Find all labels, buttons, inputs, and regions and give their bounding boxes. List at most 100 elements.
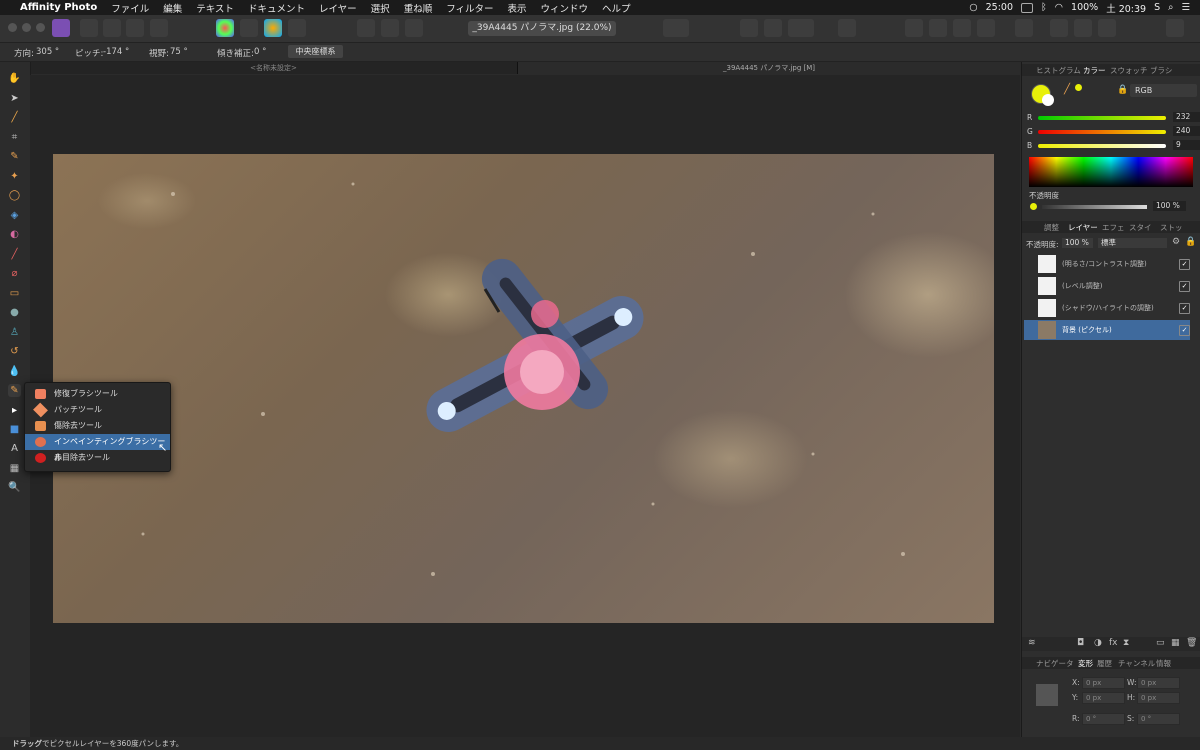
menu-edit[interactable]: 編集 [163,1,182,15]
tone-mapping-persona-icon[interactable] [126,19,144,37]
boolean-subtract-icon[interactable] [1074,19,1092,37]
white-balance-icon[interactable] [288,19,306,37]
color-opacity-value[interactable]: 100 % [1153,201,1186,211]
layer-row[interactable]: (シャドウ/ハイライトの調整) ✓ [1024,298,1190,318]
w-input[interactable]: 0 px [1137,677,1180,689]
menu-list-icon[interactable]: ☰ [1181,2,1190,13]
rectangle-tool-icon[interactable]: ■ [8,423,21,436]
marquee-tool-icon[interactable]: ◯ [8,189,21,202]
color-opacity-slider[interactable] [1042,205,1147,209]
share-icon[interactable] [150,19,168,37]
bluetooth-icon[interactable]: ᛒ [1041,2,1047,13]
tab-swatches[interactable]: スウォッチ [1110,65,1148,76]
flyout-item-patch[interactable]: パッチツール [25,402,170,418]
crop-tool-icon[interactable]: ⌗ [8,131,21,144]
center-coordinates-button[interactable]: 中央座標系 [288,45,343,58]
document-image[interactable] [53,154,994,623]
layer-visibility-checkbox[interactable]: ✓ [1179,325,1190,336]
photo-persona-icon[interactable] [52,19,70,37]
paint-brush-tool-icon[interactable]: ╱ [8,248,21,261]
direction-value[interactable]: 305 ° [36,47,59,57]
invert-selection-icon[interactable] [405,19,423,37]
menu-select[interactable]: 選択 [371,1,390,15]
blue-value[interactable]: 9 [1173,140,1200,150]
duplicate-icon[interactable]: ▦ [1171,638,1180,648]
assistant-icon[interactable] [838,19,856,37]
wifi-icon[interactable]: ◠ [1055,2,1063,13]
tab-layers[interactable]: レイヤー [1068,222,1098,233]
green-value[interactable]: 240 [1173,126,1200,136]
account-icon[interactable] [1166,19,1184,37]
layer-row[interactable]: (明るさ/コントラスト調整) ✓ [1024,254,1190,274]
magnet-icon[interactable] [788,19,814,37]
rotation-input[interactable]: 0 ° [1082,713,1125,725]
fx-icon[interactable]: fx [1109,638,1118,648]
timer-icon[interactable]: ○ [969,2,977,13]
close-window-button[interactable] [8,23,17,32]
menu-text[interactable]: テキスト [196,1,234,15]
folder-icon[interactable]: ▭ [1156,638,1165,648]
flyout-item-blemish[interactable]: 傷除去ツール [25,418,170,434]
flyout-item-inpainting[interactable]: インペインティングブラシツール [25,434,170,462]
live-filter-icon[interactable]: ⧗ [1123,638,1129,648]
tab-adjustments[interactable]: 調整 [1044,222,1059,233]
tab-transform[interactable]: 変形 [1078,658,1093,669]
fov-value[interactable]: 75 ° [170,47,188,57]
menu-filter[interactable]: フィルター [446,1,493,15]
undo-brush-tool-icon[interactable]: ↺ [8,345,21,358]
arrange-forward-icon[interactable] [953,19,971,37]
layer-visibility-checkbox[interactable]: ✓ [1179,303,1190,314]
tab-history[interactable]: 履歴 [1097,658,1112,669]
layer-visibility-checkbox[interactable]: ✓ [1179,259,1190,270]
color-replacement-tool-icon[interactable]: ⌀ [8,267,21,280]
arrange-back-icon[interactable] [905,19,923,37]
datetime[interactable]: 土 20:39 [1106,1,1146,15]
layers-stack-icon[interactable]: ≋ [1028,638,1036,648]
hand-tool-icon[interactable]: ✋ [8,72,21,85]
trash-icon[interactable]: 🗑 [1186,638,1197,648]
menu-document[interactable]: ドキュメント [248,1,305,15]
arrange-backward-icon[interactable] [929,19,947,37]
adjustment-icon[interactable]: ◑ [1094,638,1102,648]
clone-brush-tool-icon[interactable]: ♙ [8,326,21,339]
flood-fill-tool-icon[interactable]: ◈ [8,209,21,222]
search-icon[interactable]: ⌕ [1168,2,1173,13]
selection-brush-tool-icon[interactable]: ✎ [8,150,21,163]
red-value[interactable]: 232 [1173,112,1200,122]
node-tool-icon[interactable]: ▸ [8,404,21,417]
eyedropper-icon[interactable]: ╱ [1064,84,1070,95]
minimize-window-button[interactable] [22,23,31,32]
tab-untitled[interactable]: <名称未設定> [30,62,518,74]
red-slider[interactable] [1038,116,1166,120]
window-icon[interactable] [1021,2,1034,13]
menu-help[interactable]: ヘルプ [602,1,631,15]
blur-brush-tool-icon[interactable]: 💧 [8,365,21,378]
contrast-icon[interactable] [240,19,258,37]
erase-brush-tool-icon[interactable]: ▭ [8,287,21,300]
blue-slider[interactable] [1038,144,1166,148]
green-slider[interactable] [1038,130,1166,134]
zoom-tool-icon[interactable]: 🔍 [8,481,21,494]
dodge-tool-icon[interactable]: ● [8,306,21,319]
lock-icon[interactable]: 🔒 [1117,85,1128,95]
layer-row[interactable]: (レベル調整) ✓ [1024,276,1190,296]
develop-persona-icon[interactable] [103,19,121,37]
align-icon[interactable] [1015,19,1033,37]
x-input[interactable]: 0 px [1082,677,1125,689]
menu-layer[interactable]: レイヤー [319,1,357,15]
layer-opacity-value[interactable]: 100 % [1062,238,1093,248]
tab-effects[interactable]: エフェ [1102,222,1125,233]
layer-lock-icon[interactable]: 🔒 [1185,237,1196,247]
snap-icon[interactable] [764,19,782,37]
boolean-intersect-icon[interactable] [1098,19,1116,37]
mask-icon[interactable]: ◘ [1077,638,1084,648]
tab-styles[interactable]: スタイ [1129,222,1152,233]
tab-navigator[interactable]: ナビゲータ [1036,658,1074,669]
color-spectrum[interactable] [1029,157,1193,187]
color-wheel-icon[interactable] [216,19,234,37]
zoom-window-button[interactable] [36,23,45,32]
tab-stock[interactable]: ストッ [1160,222,1183,233]
h-input[interactable]: 0 px [1137,692,1180,704]
menu-file[interactable]: ファイル [111,1,149,15]
menu-view[interactable]: 表示 [508,1,527,15]
